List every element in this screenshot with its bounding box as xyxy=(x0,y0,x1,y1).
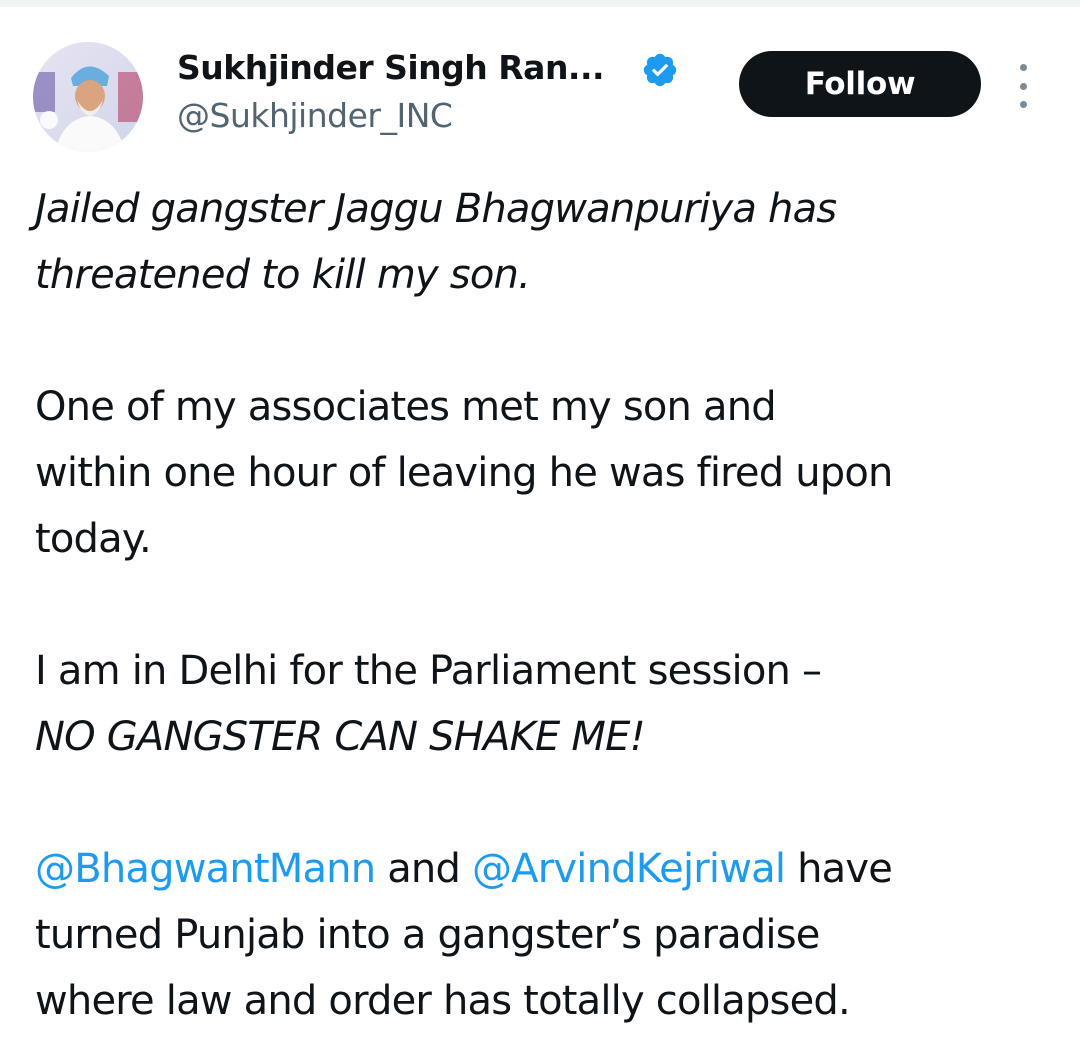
tweet-line-mentions: @BhagwantMann and @ArvindKejriwal have xyxy=(35,836,1065,902)
tweet-line: where law and order has totally collapse… xyxy=(35,978,851,1024)
tweet-line: turned Punjab into a gangster’s paradise xyxy=(35,912,820,958)
dot xyxy=(1019,82,1027,90)
dot xyxy=(1019,64,1027,71)
author-handle[interactable]: @Sukhjinder_INC xyxy=(177,93,453,139)
dot xyxy=(1019,101,1027,108)
author-name[interactable]: Sukhjinder Singh Ran... xyxy=(177,44,605,92)
mention-link-arvindkejriwal[interactable]: @ArvindKejriwal xyxy=(472,846,786,892)
mention-link-bhagwantmann[interactable]: @BhagwantMann xyxy=(35,846,376,892)
tweet-line: today. xyxy=(35,516,152,562)
tweet-text-fragment: have xyxy=(785,846,893,892)
verified-badge-icon xyxy=(643,53,677,87)
tweet-line: One of my associates met my son and xyxy=(35,384,777,430)
tweet-line: I am in Delhi for the Parliament session… xyxy=(35,648,822,694)
tweet-line: Jailed gangster Jaggu Bhagwanpuriya has xyxy=(35,186,837,232)
tweet-line: NO GANGSTER CAN SHAKE ME! xyxy=(35,714,646,760)
avatar-image xyxy=(33,42,143,152)
more-options-vertical-icon[interactable] xyxy=(1008,62,1038,110)
profile-avatar[interactable] xyxy=(33,42,143,152)
tweet-body: Jailed gangster Jaggu Bhagwanpuriya has … xyxy=(35,176,1065,1034)
top-divider xyxy=(0,0,1080,7)
tweet-line: threatened to kill my son. xyxy=(35,252,531,298)
tweet-line: within one hour of leaving he was fired … xyxy=(35,450,893,496)
tweet-text-fragment: and xyxy=(375,846,472,892)
follow-button[interactable]: Follow xyxy=(739,51,981,117)
